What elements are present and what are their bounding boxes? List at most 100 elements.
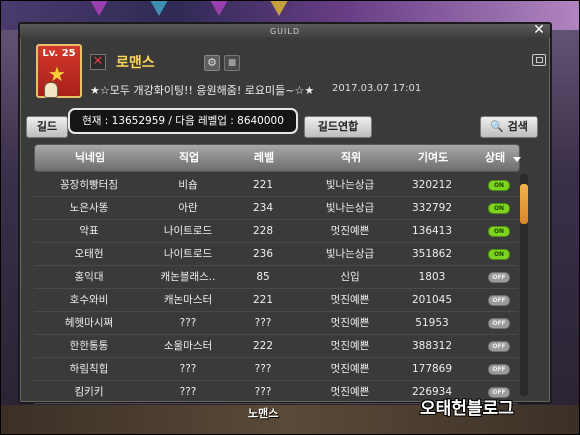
decoration-banner <box>90 0 108 16</box>
member-nickname: 헤헷마시쪄 <box>64 317 114 329</box>
table-row[interactable]: 하림칙힙?????? 멋진예쁜 177869 OFF <box>34 358 518 381</box>
hand-cursor-icon <box>44 82 58 98</box>
window-titlebar[interactable]: GUILD ✕ <box>20 23 550 38</box>
status-toggle-off: OFF <box>488 271 510 283</box>
status-toggle-off: OFF <box>488 317 510 329</box>
member-level: 228 <box>252 225 274 237</box>
member-status: OFF <box>484 335 514 357</box>
status-toggle-off: OFF <box>488 340 510 352</box>
header-status[interactable]: 상태 <box>475 145 515 171</box>
notice-date: 2017.03.07 17:01 <box>332 83 422 94</box>
member-status: OFF <box>484 289 514 311</box>
member-rank: 멋진예쁜 <box>330 225 370 237</box>
member-contribution: 332792 <box>411 202 453 214</box>
status-toggle-on: ON <box>488 202 510 214</box>
member-contribution: 388312 <box>411 340 453 352</box>
header-nickname[interactable]: 닉네임 <box>35 145 145 171</box>
window-mode-button[interactable] <box>532 54 546 66</box>
header-rank[interactable]: 직위 <box>297 145 405 171</box>
member-nickname: 악표 <box>79 225 99 237</box>
member-rank: 멋진예쁜 <box>330 317 370 329</box>
header-contribution[interactable]: 기여도 <box>395 145 471 171</box>
tab-guild-union[interactable]: 길드연합 <box>304 116 372 138</box>
table-row[interactable]: 홍익대 캐논블래스.. 85 신입 1803 OFF <box>34 266 518 289</box>
member-contribution: 136413 <box>411 225 453 237</box>
table-row[interactable]: 꽁장히빵터짐 비숍 221 빛나는상급 320212 ON <box>34 174 518 197</box>
member-level: 222 <box>252 340 274 352</box>
status-toggle-off: OFF <box>488 363 510 375</box>
member-level: 85 <box>256 271 270 283</box>
table-header: 닉네임 직업 레벨 직위 기여도 상태 <box>34 144 521 172</box>
member-nickname: 하림칙힙 <box>69 363 109 375</box>
guild-window: GUILD ✕ Lv. 25 ★ ✕ 로맨스 ⚙ ■ ★☆모두 개강화이팅!! … <box>18 22 552 404</box>
guild-mark-button[interactable]: ■ <box>224 55 240 71</box>
member-nickname: 오태헌 <box>74 248 104 260</box>
header-job[interactable]: 직업 <box>141 145 237 171</box>
member-level: ??? <box>254 386 272 398</box>
guild-level: Lv. 25 <box>42 48 76 59</box>
table-row[interactable]: 한한통통 소울마스터 222 멋진예쁜 388312 OFF <box>34 335 518 358</box>
search-label: 검색 <box>507 120 528 133</box>
member-rank: 멋진예쁜 <box>330 340 370 352</box>
member-status: ON <box>484 197 514 219</box>
member-status: OFF <box>484 266 514 288</box>
window-title: GUILD <box>269 27 301 36</box>
member-contribution: 320212 <box>411 179 453 191</box>
decoration-banner <box>210 0 228 16</box>
table-row[interactable]: 노은사똥 아란 234 빛나는상급 332792 ON <box>34 197 518 220</box>
scrollbar[interactable] <box>520 174 528 396</box>
member-job: 나이트로드 <box>163 248 213 260</box>
header-level[interactable]: 레벨 <box>235 145 293 171</box>
member-status: ON <box>484 220 514 242</box>
status-toggle-off: OFF <box>488 294 510 306</box>
member-nickname: 꽁장히빵터짐 <box>60 179 118 191</box>
member-job: ??? <box>179 386 197 398</box>
member-status: OFF <box>484 312 514 334</box>
tab-guild[interactable]: 길드 <box>26 116 68 138</box>
table-row[interactable]: 오태헌 나이트로드 236 빛나는상급 351862 ON <box>34 243 518 266</box>
member-status: ON <box>484 174 514 196</box>
search-button[interactable]: 🔍 검색 <box>480 116 538 138</box>
watermark: 오태헌블로그 <box>420 399 514 419</box>
member-status: OFF <box>484 358 514 380</box>
member-rank: 멋진예쁜 <box>330 294 370 306</box>
table-row[interactable]: 악표 나이트로드 228 멋진예쁜 136413 ON <box>34 220 518 243</box>
bottom-guild-label: 노맨스 <box>248 407 279 420</box>
member-level: 221 <box>252 294 274 306</box>
close-button[interactable]: ✕ <box>532 23 546 37</box>
guild-exp-tooltip: 현재 : 13652959 / 다음 레벨업 : 8640000 <box>68 108 298 134</box>
member-contribution: 51953 <box>415 317 449 329</box>
member-level: 234 <box>252 202 274 214</box>
member-nickname: 킴키키 <box>74 386 104 398</box>
guild-settings-button[interactable]: ⚙ <box>204 55 220 71</box>
member-level: ??? <box>254 317 272 329</box>
table-row[interactable]: 호수와비 캐논마스터 221 멋진예쁜 201045 OFF <box>34 289 518 312</box>
member-contribution: 351862 <box>411 248 453 260</box>
sort-dropdown-icon[interactable] <box>513 157 521 162</box>
member-contribution: 201045 <box>411 294 453 306</box>
decoration-banner <box>150 0 168 16</box>
member-job: 나이트로드 <box>163 225 213 237</box>
decoration-banner <box>270 0 288 16</box>
member-rank: 신입 <box>340 271 360 283</box>
member-status: ON <box>484 243 514 265</box>
scrollbar-thumb[interactable] <box>520 184 528 224</box>
member-rank: 빛나는상급 <box>325 179 375 191</box>
guild-notice: ★☆모두 개강화이팅!! 응원해줌! 로요미들~☆★ <box>90 84 315 97</box>
guild-name: 로맨스 <box>116 55 155 71</box>
crossed-swords-icon: ✕ <box>90 54 106 70</box>
table-row[interactable]: 헤헷마시쪄?????? 멋진예쁜 51953 OFF <box>34 312 518 335</box>
member-job: 캐논마스터 <box>163 294 213 306</box>
member-contribution: 1803 <box>418 271 446 283</box>
member-job: 소울마스터 <box>163 340 213 352</box>
member-job: ??? <box>179 317 197 329</box>
member-table: 닉네임 직업 레벨 직위 기여도 상태 꽁장히빵터짐 비숍 221 빛나는상급 3202… <box>34 144 534 404</box>
member-job: 캐논블래스.. <box>160 271 216 283</box>
status-toggle-on: ON <box>488 225 510 237</box>
member-rank: 멋진예쁜 <box>330 363 370 375</box>
member-level: ??? <box>254 363 272 375</box>
member-nickname: 한한통통 <box>69 340 109 352</box>
member-job: ??? <box>179 363 197 375</box>
status-toggle-on: ON <box>488 179 510 191</box>
member-rank: 멋진예쁜 <box>330 386 370 398</box>
